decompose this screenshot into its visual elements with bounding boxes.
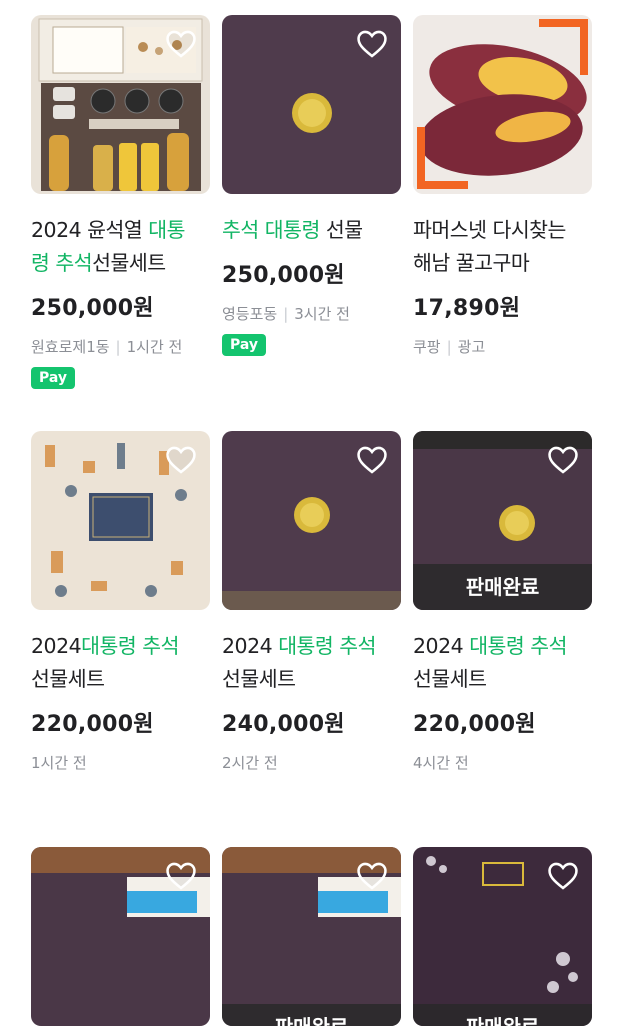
product-thumbnail[interactable]: [31, 847, 210, 1026]
title-keyword-highlight: 대통령 추석: [81, 634, 179, 658]
time-label: 2시간 전: [222, 754, 278, 772]
product-meta: 4시간 전: [413, 752, 592, 773]
product-thumbnail[interactable]: [31, 15, 210, 194]
product-price: 220,000원: [413, 712, 536, 737]
product-card[interactable]: 2024 대통령 추석선물세트 240,000원 2시간 전: [222, 431, 401, 773]
product-grid: 2024 윤석열 대통 령 추석선물세트 250,000원 원효로제1동 | 1시간 …: [0, 0, 622, 1026]
product-meta: 원효로제1동 | 1시간 전: [31, 338, 183, 356]
product-meta: 쿠팡 | 광고: [413, 338, 486, 356]
product-title[interactable]: 파머스넷 다시찾는해남 꿀고구마: [413, 214, 592, 280]
location-label: 영등포동: [222, 305, 278, 323]
title-text: 해남 꿀고구마: [413, 251, 530, 275]
product-price: 17,890원: [413, 296, 521, 321]
title-keyword-highlight: 령 추석: [31, 251, 93, 275]
product-meta: 1시간 전: [31, 752, 210, 773]
product-thumbnail[interactable]: [222, 431, 401, 610]
product-card[interactable]: 판매완료: [413, 847, 592, 1026]
product-thumbnail[interactable]: [222, 15, 401, 194]
product-thumbnail[interactable]: [31, 431, 210, 610]
title-text: 2024: [31, 634, 82, 658]
heart-outline-icon[interactable]: [355, 443, 389, 477]
title-keyword-highlight: 대통: [148, 218, 186, 242]
product-card[interactable]: 추석 대통령 선물 250,000원 영등포동 | 3시간 전 Pay: [222, 15, 401, 356]
product-price: 250,000원: [222, 263, 345, 288]
heart-outline-icon[interactable]: [164, 443, 198, 477]
product-title[interactable]: 2024 윤석열 대통령 추석선물세트: [31, 214, 210, 280]
heart-outline-icon[interactable]: [546, 859, 580, 893]
pay-badge: Pay: [31, 367, 76, 389]
title-text: 선물세트: [222, 667, 296, 691]
time-label: 1시간 전: [31, 754, 87, 772]
product-card[interactable]: [31, 847, 210, 1026]
title-text: 선물: [319, 218, 363, 242]
time-label: 3시간 전: [294, 305, 350, 323]
product-thumbnail[interactable]: 판매완료: [413, 431, 592, 610]
title-text: 선물세트: [413, 667, 487, 691]
product-card[interactable]: 판매완료 2024 대통령 추석선물세트 220,000원 4시간 전: [413, 431, 592, 773]
time-label: 1시간 전: [126, 338, 183, 356]
product-card[interactable]: 파머스넷 다시찾는해남 꿀고구마 17,890원 쿠팡 | 광고: [413, 15, 592, 357]
title-text: 선물세트: [92, 251, 166, 275]
product-meta: 2시간 전: [222, 752, 401, 773]
heart-outline-icon[interactable]: [546, 443, 580, 477]
heart-outline-icon[interactable]: [164, 27, 198, 61]
product-title[interactable]: 2024 대통령 추석선물세트: [222, 630, 401, 696]
title-text: 2024: [222, 634, 279, 658]
title-text: 2024: [413, 634, 470, 658]
sold-out-overlay: 판매완료: [413, 1004, 592, 1026]
location-label: 원효로제1동: [31, 338, 110, 356]
product-title[interactable]: 2024 대통령 추석선물세트: [413, 630, 592, 696]
heart-outline-icon[interactable]: [355, 859, 389, 893]
product-price: 240,000원: [222, 712, 345, 737]
sweet-potato-photo: [413, 15, 592, 194]
product-title[interactable]: 2024대통령 추석선물세트: [31, 630, 210, 696]
product-card[interactable]: 2024대통령 추석선물세트 220,000원 1시간 전: [31, 431, 210, 773]
product-price: 250,000원: [31, 296, 154, 321]
product-thumbnail[interactable]: 판매완료: [222, 847, 401, 1026]
title-keyword-highlight: 추석 대통령: [222, 218, 320, 242]
product-thumbnail[interactable]: [413, 15, 592, 194]
sold-out-overlay: 판매완료: [413, 564, 592, 610]
title-text: 선물세트: [31, 667, 105, 691]
time-label: 4시간 전: [413, 754, 469, 772]
title-keyword-highlight: 대통령 추석: [278, 634, 377, 658]
title-text: 2024 윤석열: [31, 218, 149, 242]
heart-outline-icon[interactable]: [164, 859, 198, 893]
sold-out-overlay: 판매완료: [222, 1004, 401, 1026]
product-card[interactable]: 판매완료: [222, 847, 401, 1026]
product-meta: 영등포동 | 3시간 전: [222, 305, 350, 323]
title-text: 파머스넷 다시찾는: [413, 218, 566, 242]
product-title[interactable]: 추석 대통령 선물: [222, 214, 401, 247]
seller-label: 쿠팡: [413, 338, 441, 356]
product-thumbnail[interactable]: 판매완료: [413, 847, 592, 1026]
title-keyword-highlight: 대통령 추석: [469, 634, 568, 658]
product-card[interactable]: 2024 윤석열 대통령 추석선물세트 250,000원 원효로제1동 | 1시간 …: [31, 15, 210, 389]
ad-label: 광고: [457, 338, 486, 356]
pay-badge: Pay: [222, 334, 267, 356]
heart-outline-icon[interactable]: [355, 27, 389, 61]
product-price: 220,000원: [31, 712, 154, 737]
